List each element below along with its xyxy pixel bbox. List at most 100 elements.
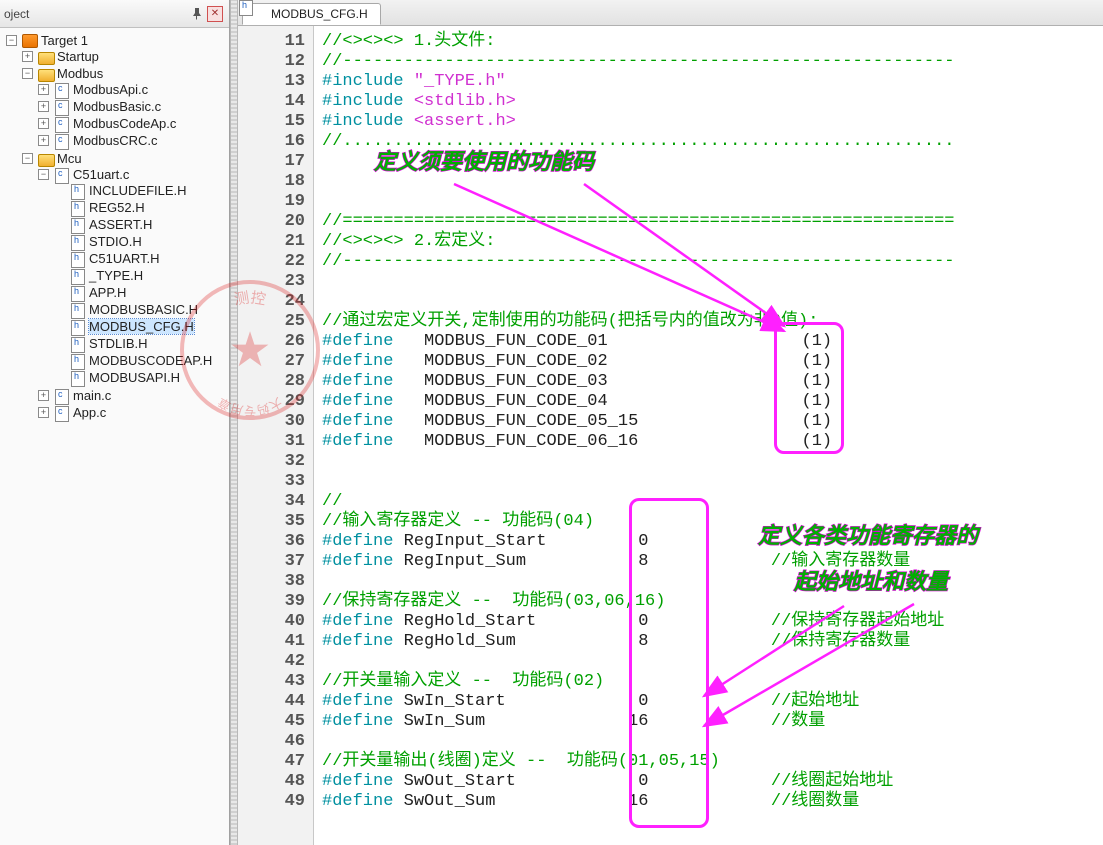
line-number: 24 bbox=[238, 292, 305, 312]
tree-item-label: MODBUSCODEAP.H bbox=[89, 353, 212, 368]
line-number: 29 bbox=[238, 392, 305, 412]
tree-item-label: MODBUSBASIC.H bbox=[89, 302, 198, 317]
line-number: 26 bbox=[238, 332, 305, 352]
line-number: 19 bbox=[238, 192, 305, 212]
expander-blank bbox=[54, 355, 65, 366]
tree-item[interactable]: +Startup bbox=[22, 49, 229, 64]
expand-icon[interactable]: + bbox=[38, 101, 49, 112]
tree-item-label: ModbusBasic.c bbox=[73, 99, 161, 114]
pin-icon[interactable] bbox=[189, 6, 205, 22]
tree-item-label: STDIO.H bbox=[89, 234, 142, 249]
line-number: 30 bbox=[238, 412, 305, 432]
tree-item[interactable]: REG52.H bbox=[54, 200, 229, 215]
hfile-icon bbox=[70, 235, 86, 249]
tree-item[interactable]: MODBUSCODEAP.H bbox=[54, 353, 229, 368]
tree-item-label: _TYPE.H bbox=[89, 268, 143, 283]
tree-item-label: C51UART.H bbox=[89, 251, 160, 266]
line-number: 48 bbox=[238, 772, 305, 792]
collapse-icon[interactable]: − bbox=[22, 153, 33, 164]
hfile-icon bbox=[70, 184, 86, 198]
tree-item[interactable]: + ModbusBasic.c bbox=[38, 99, 229, 114]
line-number: 49 bbox=[238, 792, 305, 812]
tree-item[interactable]: APP.H bbox=[54, 285, 229, 300]
expand-icon[interactable]: + bbox=[38, 407, 49, 418]
line-number: 46 bbox=[238, 732, 305, 752]
tree-item[interactable]: −C51uart.c bbox=[38, 167, 229, 182]
tree-item[interactable]: ASSERT.H bbox=[54, 217, 229, 232]
expand-icon[interactable]: + bbox=[38, 84, 49, 95]
tree-item[interactable]: + main.c bbox=[38, 388, 229, 403]
hfile-icon bbox=[70, 201, 86, 215]
tree-item-label: ModbusCodeAp.c bbox=[73, 116, 176, 131]
line-number: 31 bbox=[238, 432, 305, 452]
expander-blank bbox=[54, 202, 65, 213]
cfile-icon bbox=[54, 100, 70, 114]
line-number: 41 bbox=[238, 632, 305, 652]
panel-splitter[interactable] bbox=[230, 0, 238, 845]
hfile-icon bbox=[70, 371, 86, 385]
project-icon bbox=[22, 34, 38, 48]
expand-icon[interactable]: + bbox=[38, 135, 49, 146]
cfile-icon bbox=[54, 168, 70, 182]
tree-item-label: ASSERT.H bbox=[89, 217, 152, 232]
tree-item[interactable]: + ModbusCRC.c bbox=[38, 133, 229, 148]
project-panel-title: oject bbox=[4, 7, 187, 21]
tree-item-label: main.c bbox=[73, 388, 111, 403]
hfile-icon bbox=[70, 303, 86, 317]
tree-item-label: REG52.H bbox=[89, 200, 145, 215]
project-tree[interactable]: −Target 1+Startup−Modbus+ModbusApi.c+Mod… bbox=[0, 28, 229, 427]
tree-item-label: APP.H bbox=[89, 285, 126, 300]
tree-item[interactable]: MODBUS_CFG.H bbox=[54, 319, 229, 334]
folder-icon bbox=[38, 50, 54, 64]
tree-item[interactable]: _TYPE.H bbox=[54, 268, 229, 283]
tree-item[interactable]: MODBUSAPI.H bbox=[54, 370, 229, 385]
expander-blank bbox=[54, 219, 65, 230]
tree-item-label: ModbusCRC.c bbox=[73, 133, 158, 148]
folder-icon bbox=[38, 152, 54, 166]
editor-tab-active[interactable]: MODBUS_CFG.H bbox=[242, 3, 381, 25]
cfile-icon bbox=[54, 83, 70, 97]
tree-item[interactable]: + ModbusCodeAp.c bbox=[38, 116, 229, 131]
line-number: 43 bbox=[238, 672, 305, 692]
editor-tab-label: MODBUS_CFG.H bbox=[271, 7, 368, 21]
collapse-icon[interactable]: − bbox=[6, 35, 17, 46]
cfile-icon bbox=[54, 134, 70, 148]
hfile-icon bbox=[70, 337, 86, 351]
line-number: 17 bbox=[238, 152, 305, 172]
hfile-icon bbox=[70, 320, 86, 334]
line-number: 27 bbox=[238, 352, 305, 372]
line-number: 15 bbox=[238, 112, 305, 132]
tree-root[interactable]: −Target 1 bbox=[6, 33, 229, 48]
close-panel-button[interactable]: ✕ bbox=[207, 6, 223, 22]
collapse-icon[interactable]: − bbox=[22, 68, 33, 79]
expand-icon[interactable]: + bbox=[38, 118, 49, 129]
expand-icon[interactable]: + bbox=[38, 390, 49, 401]
source-code[interactable]: //<><><> 1.头文件: //----------------------… bbox=[314, 26, 1103, 845]
tree-item[interactable]: −Mcu bbox=[22, 151, 229, 166]
expand-icon[interactable]: + bbox=[22, 51, 33, 62]
expander-blank bbox=[54, 338, 65, 349]
line-number: 23 bbox=[238, 272, 305, 292]
editor-area: MODBUS_CFG.H 111213141516171819202122232… bbox=[238, 0, 1103, 845]
tree-item-label: Modbus bbox=[57, 66, 103, 81]
tree-item[interactable]: INCLUDEFILE.H bbox=[54, 183, 229, 198]
tree-item[interactable]: +App.c bbox=[38, 405, 229, 420]
line-number: 38 bbox=[238, 572, 305, 592]
tree-item[interactable]: − Modbus bbox=[22, 66, 229, 81]
tree-item[interactable]: +ModbusApi.c bbox=[38, 82, 229, 97]
code-area: 1112131415161718192021222324252627282930… bbox=[238, 26, 1103, 845]
hfile-icon bbox=[70, 269, 86, 283]
expander-blank bbox=[54, 253, 65, 264]
collapse-icon[interactable]: − bbox=[38, 169, 49, 180]
line-number: 34 bbox=[238, 492, 305, 512]
tree-item[interactable]: C51UART.H bbox=[54, 251, 229, 266]
expander-blank bbox=[54, 304, 65, 315]
tree-item[interactable]: STDLIB.H bbox=[54, 336, 229, 351]
line-number: 18 bbox=[238, 172, 305, 192]
tree-item[interactable]: MODBUSBASIC.H bbox=[54, 302, 229, 317]
folder-icon bbox=[38, 67, 54, 81]
line-number: 39 bbox=[238, 592, 305, 612]
tree-item[interactable]: STDIO.H bbox=[54, 234, 229, 249]
expander-blank bbox=[54, 185, 65, 196]
line-number: 20 bbox=[238, 212, 305, 232]
